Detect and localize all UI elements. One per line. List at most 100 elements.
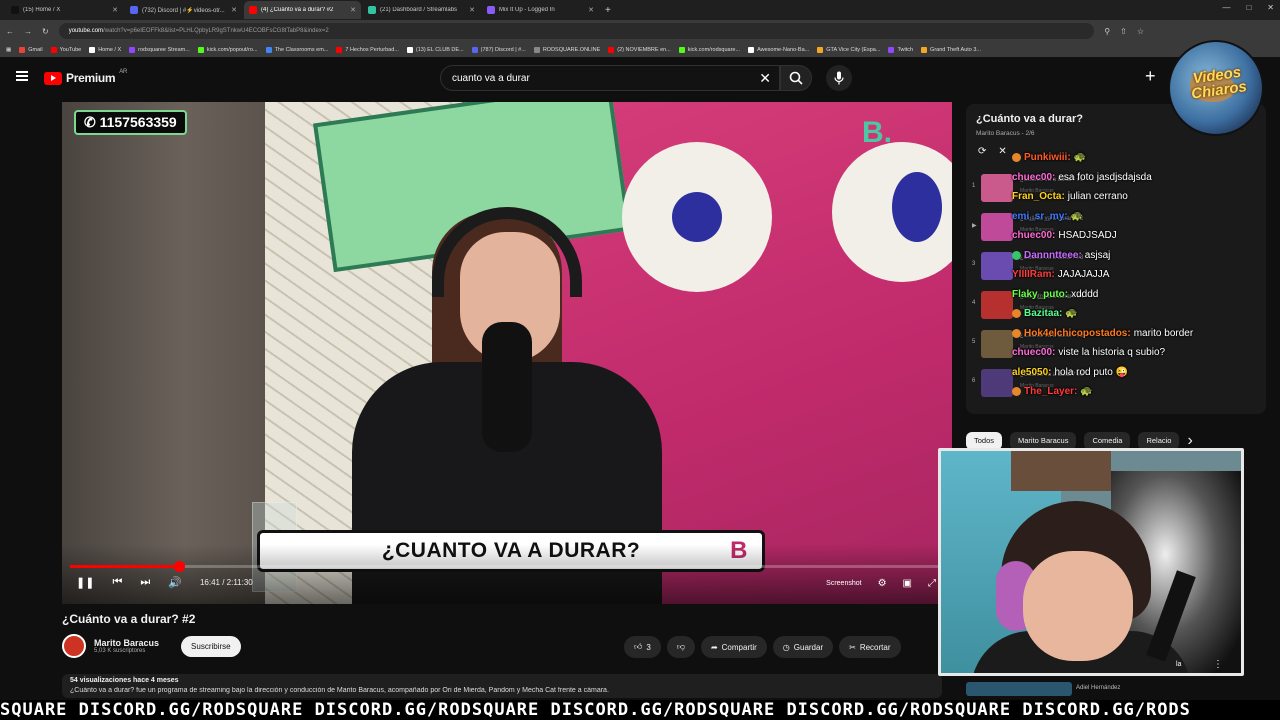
- minimize-icon[interactable]: —: [1222, 3, 1230, 12]
- bookmark-item[interactable]: Home / X: [89, 46, 122, 53]
- zoom-icon[interactable]: ⚲: [1104, 27, 1110, 36]
- brand-mark: B.: [862, 116, 892, 149]
- bookmark-item[interactable]: (13) EL CLUB DE...: [406, 46, 464, 53]
- bookmark-label: (13) EL CLUB DE...: [415, 46, 464, 53]
- reload-icon[interactable]: ↻: [42, 27, 49, 36]
- clip-label: Recortar: [859, 642, 891, 652]
- video-player[interactable]: ✆ 1157563359 B. ¿CUANTO VA A DURAR? B ❚❚…: [62, 102, 952, 604]
- voice-search-button[interactable]: [826, 65, 852, 91]
- clip-button[interactable]: ✂ Recortar: [839, 636, 901, 658]
- tab-close-icon[interactable]: ✕: [231, 6, 237, 14]
- bookmark-favicon-icon: [50, 46, 57, 53]
- hamburger-menu-icon[interactable]: [16, 71, 28, 81]
- progress-bar[interactable]: [70, 565, 944, 568]
- forward-icon[interactable]: →: [24, 27, 32, 36]
- bookmark-item[interactable]: Twitch: [888, 46, 913, 53]
- search-input[interactable]: cuanto va a durar ✕: [440, 65, 780, 91]
- bookmark-item[interactable]: Gmail: [19, 46, 43, 53]
- playlist-thumbnail: [981, 213, 1013, 241]
- save-label: Guardar: [793, 642, 824, 652]
- chat-text: marito border: [1133, 327, 1194, 339]
- bookmark-item[interactable]: 7 Hechos Perturbad...: [336, 46, 399, 53]
- browser-tab[interactable]: (21) Dashboard / Streamlabs ✕: [363, 1, 480, 19]
- url-field[interactable]: youtube.com/watch?v=p6eIEOFFk8&list=PLHL…: [58, 23, 1095, 39]
- videos-chiaros-globe-logo: Videos Chiaros: [1168, 40, 1264, 136]
- save-button[interactable]: ◷ Guardar: [772, 636, 834, 658]
- close-window-icon[interactable]: ✕: [1267, 3, 1274, 12]
- bookmark-item[interactable]: GTA Vice City (Espa...: [817, 46, 880, 53]
- pause-icon[interactable]: ❚❚: [76, 576, 94, 589]
- chat-username: chuec00:: [1012, 171, 1056, 183]
- description-text: ¿Cuánto va a durar? fue un programa de s…: [70, 687, 609, 694]
- bookmark-favicon-icon: [197, 46, 204, 53]
- chat-emote-icon: 🐢: [1073, 152, 1087, 164]
- loop-icon[interactable]: ⟳: [978, 146, 986, 157]
- subscriber-count: 5,03 K suscriptores: [94, 648, 146, 654]
- playlist-title[interactable]: ¿Cuánto va a durar?: [976, 113, 1083, 125]
- recommended-thumbnail[interactable]: [966, 682, 1072, 696]
- share-button[interactable]: ➦ Compartir: [700, 636, 767, 658]
- apps-grid-icon[interactable]: ▦: [6, 47, 11, 53]
- bookmark-item[interactable]: rodsquaree Stream...: [129, 46, 190, 53]
- bookmark-item[interactable]: YouTube: [50, 46, 81, 53]
- settings-gear-icon[interactable]: ⚙: [878, 578, 887, 589]
- chat-message: chuec00: esa foto jasdjsdajsda: [1012, 168, 1232, 188]
- bookmark-item[interactable]: (2) NOVIEMBRE en...: [608, 46, 671, 53]
- chat-message: Dannntteee: asjsaj: [1012, 246, 1232, 266]
- playlist-thumbnail: [981, 174, 1013, 202]
- new-tab-button[interactable]: +: [605, 5, 611, 16]
- tab-close-icon[interactable]: ✕: [112, 6, 118, 14]
- create-button[interactable]: +: [1145, 66, 1156, 87]
- browser-tab[interactable]: (732) Discord | #⚡videos-otr... ✕: [125, 1, 242, 19]
- volume-icon[interactable]: 🔊: [168, 576, 182, 589]
- bookmark-item[interactable]: Awesome-Nano-Ba...: [748, 46, 809, 53]
- search-icon: [789, 71, 803, 85]
- dislike-button[interactable]: 👎︎: [666, 636, 695, 658]
- bookmark-item[interactable]: kick.com/rodsquare...: [678, 46, 740, 53]
- webcam-overlay: la ⋮: [938, 448, 1244, 676]
- like-count: 3: [646, 642, 651, 652]
- shuffle-icon[interactable]: ✕: [998, 146, 1006, 157]
- next-icon[interactable]: ⏭: [140, 576, 150, 589]
- search-button[interactable]: [780, 65, 812, 91]
- chat-badge-icon: [1012, 153, 1021, 163]
- description-box[interactable]: 54 visualizaciones hace 4 meses ¿Cuánto …: [62, 674, 942, 698]
- views-and-age: 54 visualizaciones hace 4 meses: [70, 677, 179, 684]
- studio-microphone: [482, 322, 532, 452]
- chat-message: YIIIIRam: JAJAJAJJA: [1012, 265, 1232, 285]
- channel-name[interactable]: Marito Baracus: [94, 638, 159, 648]
- bookmark-item[interactable]: kick.com/popout/ro...: [197, 46, 258, 53]
- browser-tab[interactable]: (4) ¿Cuánto va a durar? #2 ✕: [244, 1, 361, 19]
- miniplayer-icon[interactable]: ▣: [903, 578, 912, 589]
- chat-message: ale5050: hola rod puto 😜: [1012, 363, 1232, 383]
- bookmark-star-icon[interactable]: ☆: [1137, 27, 1144, 36]
- channel-avatar[interactable]: [62, 634, 86, 658]
- browser-tab[interactable]: Mix It Up - Logged In ✕: [482, 1, 599, 19]
- back-icon[interactable]: ←: [6, 27, 14, 36]
- tab-close-icon[interactable]: ✕: [350, 6, 356, 14]
- tab-close-icon[interactable]: ✕: [469, 6, 475, 14]
- youtube-premium-logo[interactable]: Premium AR: [44, 69, 127, 85]
- chat-text: xdddd: [1071, 288, 1099, 300]
- subscribe-button[interactable]: Suscribirse: [181, 635, 241, 657]
- like-button[interactable]: 👍︎ 3: [624, 636, 661, 658]
- bookmark-item[interactable]: The Classrooms em...: [265, 46, 328, 53]
- previous-icon[interactable]: ⏮: [112, 576, 122, 589]
- tab-close-icon[interactable]: ✕: [588, 6, 594, 14]
- clear-search-icon[interactable]: ✕: [759, 70, 771, 87]
- fullscreen-icon[interactable]: ⤢: [928, 578, 936, 589]
- maximize-icon[interactable]: □: [1246, 3, 1251, 12]
- more-options-icon[interactable]: ⋮: [1213, 659, 1223, 670]
- bookmark-item[interactable]: RODSQUARE.ONLINE: [533, 46, 600, 53]
- browser-tab[interactable]: (15) Home / X ✕: [6, 1, 123, 19]
- screenshot-label[interactable]: Screenshot: [826, 580, 861, 587]
- bookmark-item[interactable]: (787) Discord | #...: [471, 46, 526, 53]
- bookmark-item[interactable]: Grand Theft Auto 3...: [921, 46, 981, 53]
- bookmark-label: Home / X: [98, 46, 122, 53]
- chat-username: Flaky_puto:: [1012, 288, 1069, 300]
- playlist-index: 4: [972, 300, 976, 306]
- share-icon[interactable]: ⇧: [1120, 27, 1127, 36]
- chat-username: Bazitaa:: [1024, 308, 1063, 320]
- url-path: /watch?v=p6eIEOFFk8&list=PLHLQpbyLR9gSTn…: [103, 28, 329, 34]
- chat-text: viste la historia q subio?: [1058, 347, 1166, 359]
